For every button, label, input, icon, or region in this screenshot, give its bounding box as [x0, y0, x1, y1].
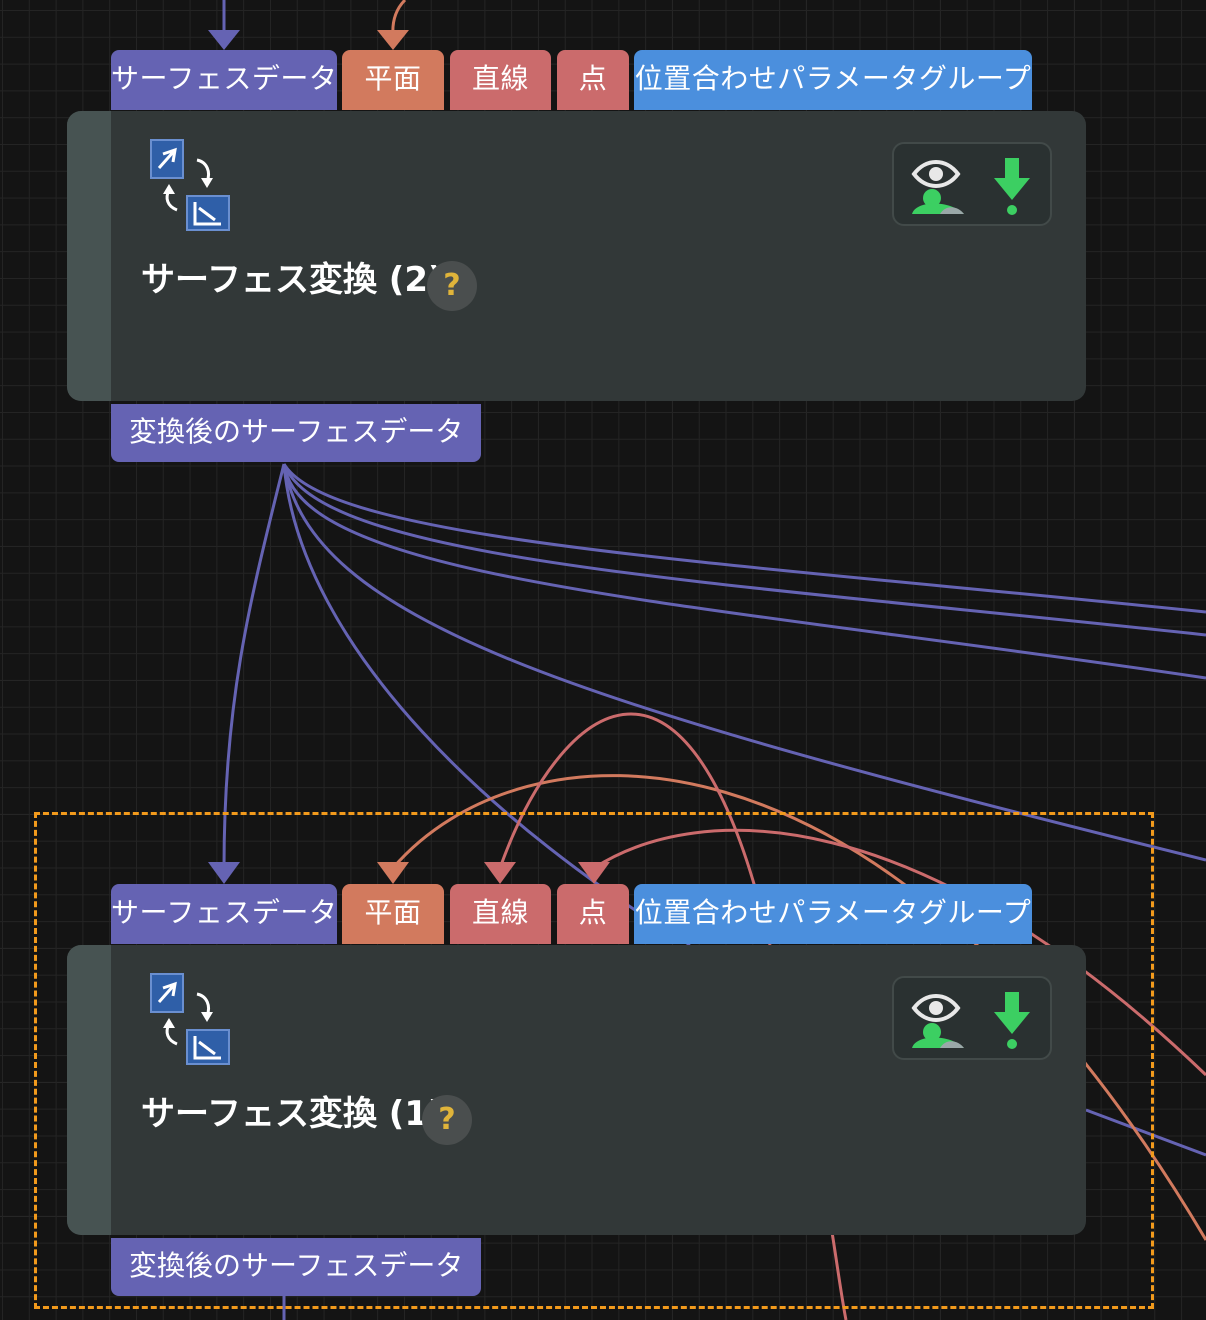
eye-preview-icon[interactable] [906, 156, 966, 216]
wire-out-2[interactable] [282, 463, 1206, 637]
output-port[interactable]: 変換後のサーフェスデータ [111, 1238, 482, 1296]
node-card[interactable]: サーフェス変換 (1) ? [67, 945, 1086, 1235]
green-down-arrow-icon[interactable] [982, 990, 1042, 1050]
help-button[interactable]: ? [422, 1095, 472, 1145]
surface-transform-icon [150, 973, 230, 1065]
wire-arrow-top-surface [208, 30, 240, 50]
wire-out-3[interactable] [282, 463, 1206, 680]
wire-arrow-bottom-surface [208, 862, 240, 884]
wire-red-lower[interactable] [830, 1231, 848, 1320]
wire-arrow-bottom-plane [377, 862, 409, 884]
node-side-strip [67, 945, 111, 1235]
node-actions [892, 976, 1052, 1060]
port-plane[interactable]: 平面 [342, 884, 444, 944]
output-port[interactable]: 変換後のサーフェスデータ [111, 404, 482, 462]
port-line[interactable]: 直線 [450, 50, 551, 110]
help-button[interactable]: ? [427, 261, 477, 311]
port-plane[interactable]: 平面 [342, 50, 444, 110]
node-side-strip [67, 111, 111, 401]
wire-to-bottom-surface[interactable] [222, 463, 286, 869]
wire-arrow-top-plane [377, 30, 409, 50]
port-point[interactable]: 点 [557, 50, 629, 110]
port-surface-data[interactable]: サーフェスデータ [111, 884, 337, 944]
port-alignment-param-group[interactable]: 位置合わせパラメータグループ [634, 884, 1032, 944]
node-title: サーフェス変換 (2) [141, 260, 444, 300]
eye-preview-icon[interactable] [906, 990, 966, 1050]
green-down-arrow-icon[interactable] [982, 156, 1042, 216]
port-surface-data[interactable]: サーフェスデータ [111, 50, 337, 110]
surface-transform-icon [150, 139, 230, 231]
port-alignment-param-group[interactable]: 位置合わせパラメータグループ [634, 50, 1032, 110]
port-point[interactable]: 点 [557, 884, 629, 944]
port-line[interactable]: 直線 [450, 884, 551, 944]
node-title: サーフェス変換 (1) [141, 1094, 444, 1134]
wire-arrow-bottom-line [484, 862, 516, 884]
node-actions [892, 142, 1052, 226]
node-card[interactable]: サーフェス変換 (2) ? [67, 111, 1086, 401]
